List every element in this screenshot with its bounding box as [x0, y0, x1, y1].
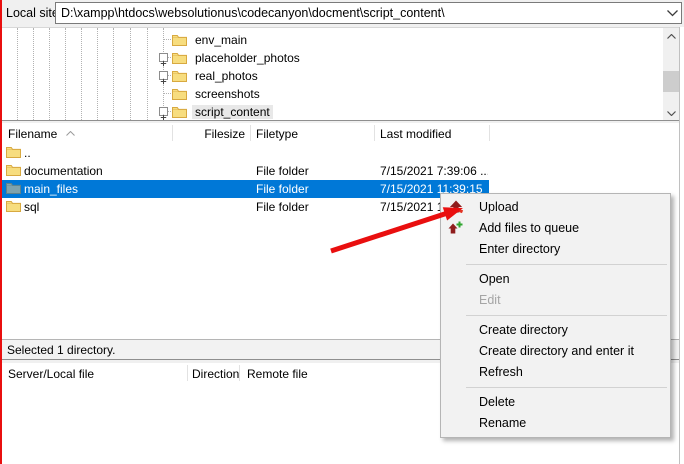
menu-item-label: Refresh: [479, 365, 523, 379]
expand-plus-icon[interactable]: [159, 107, 168, 116]
local-site-bar: Local site: D:\xampp\htdocs\websolutionu…: [0, 0, 684, 27]
file-cell-type: File folder: [256, 164, 370, 178]
menu-item-label: Enter directory: [479, 242, 560, 256]
tree-item-script_content[interactable]: script_content: [2, 103, 642, 120]
column-divider[interactable]: [250, 125, 251, 141]
queue-column-header-direction[interactable]: Direction: [192, 367, 236, 381]
panel-right-border: [679, 27, 680, 464]
menu-item-refresh[interactable]: Refresh: [441, 362, 670, 383]
folder-icon: [6, 200, 21, 215]
column-divider[interactable]: [374, 125, 375, 141]
tree-item-label[interactable]: screenshots: [192, 87, 263, 101]
menu-item-label: Open: [479, 272, 510, 286]
file-cell-name: documentation: [24, 164, 169, 178]
tree-item-label[interactable]: placeholder_photos: [192, 51, 303, 65]
queue-column-header-server-local-file[interactable]: Server/Local file: [8, 367, 183, 381]
tree-item-real_photos[interactable]: real_photos: [2, 67, 642, 85]
file-list-header: Filename Filesize Filetype Last modified: [2, 123, 680, 143]
folder-icon: [172, 105, 187, 120]
local-site-label: Local site:: [6, 6, 62, 20]
filezilla-window: Local site: D:\xampp\htdocs\websolutionu…: [0, 0, 684, 464]
menu-item-label: Add files to queue: [479, 221, 579, 235]
file-cell-type: File folder: [256, 200, 370, 214]
file-cell-type: File folder: [256, 182, 370, 196]
menu-item-label: Edit: [479, 293, 501, 307]
column-header-last-modified[interactable]: Last modified: [380, 127, 485, 141]
file-cell-modified: 7/15/2021 7:39:06 ...: [380, 164, 488, 178]
local-path-value[interactable]: D:\xampp\htdocs\websolutionus\codecanyon…: [56, 6, 663, 20]
queue-column-header-remote-file[interactable]: Remote file: [247, 367, 437, 381]
tree-item-label[interactable]: script_content: [192, 105, 273, 119]
column-divider[interactable]: [239, 365, 240, 381]
expand-plus-icon[interactable]: [159, 71, 168, 80]
scrollbar-thumb[interactable]: [663, 71, 680, 92]
column-divider[interactable]: [489, 125, 490, 141]
tree-item-screenshots[interactable]: screenshots: [2, 85, 642, 103]
annotation-red-border: [0, 0, 2, 464]
file-cell-name: main_files: [24, 182, 169, 196]
local-path-combobox[interactable]: D:\xampp\htdocs\websolutionus\codecanyon…: [55, 2, 682, 24]
menu-item-create-directory[interactable]: Create directory: [441, 320, 670, 341]
file-cell-name: sql: [24, 200, 169, 214]
column-header-filesize[interactable]: Filesize: [172, 127, 245, 141]
column-header-filename[interactable]: Filename: [8, 127, 168, 141]
menu-item-enter-directory[interactable]: Enter directory: [441, 239, 670, 260]
folder-icon: [6, 146, 21, 161]
menu-item-label: Delete: [479, 395, 515, 409]
menu-item-delete[interactable]: Delete: [441, 392, 670, 413]
local-directory-tree: env_main placeholder_photos real_photosscr…: [2, 27, 680, 120]
file-row-documentation[interactable]: documentation File folder 7/15/2021 7:39:0…: [2, 162, 680, 180]
menu-item-label: Upload: [479, 200, 519, 214]
menu-item-label: Create directory and enter it: [479, 344, 634, 358]
menu-item-edit: Edit: [441, 290, 670, 311]
folder-icon: [6, 164, 21, 179]
column-header-filetype[interactable]: Filetype: [256, 127, 370, 141]
chevron-down-icon[interactable]: [663, 4, 681, 22]
tree-scrollbar[interactable]: [663, 28, 680, 120]
tree-item-label[interactable]: real_photos: [192, 69, 261, 83]
menu-item-add-files-to-queue[interactable]: Add files to queue: [441, 218, 670, 239]
menu-separator: [466, 387, 667, 388]
menu-item-create-directory-and-enter-it[interactable]: Create directory and enter it: [441, 341, 670, 362]
expand-plus-icon[interactable]: [159, 53, 168, 62]
menu-separator: [466, 315, 667, 316]
column-divider[interactable]: [172, 125, 173, 141]
folder-icon: [6, 182, 21, 197]
menu-item-label: Create directory: [479, 323, 568, 337]
menu-separator: [466, 264, 667, 265]
scroll-up-icon[interactable]: [663, 28, 680, 44]
menu-item-upload[interactable]: Upload: [441, 197, 670, 218]
tree-item-env_main[interactable]: env_main: [2, 31, 642, 49]
menu-item-rename[interactable]: Rename: [441, 413, 670, 434]
menu-item-open[interactable]: Open: [441, 269, 670, 290]
selection-status-text: Selected 1 directory.: [7, 343, 116, 357]
file-row-dotdot[interactable]: ..: [2, 144, 680, 162]
tree-item-placeholder_photos[interactable]: placeholder_photos: [2, 49, 642, 67]
scroll-down-icon[interactable]: [663, 105, 680, 120]
tree-item-label[interactable]: env_main: [192, 33, 250, 47]
file-cell-name: ..: [24, 146, 169, 160]
column-divider[interactable]: [187, 365, 188, 381]
menu-item-label: Rename: [479, 416, 526, 430]
context-menu: Upload Add files to queue Enter directory O…: [440, 193, 671, 438]
